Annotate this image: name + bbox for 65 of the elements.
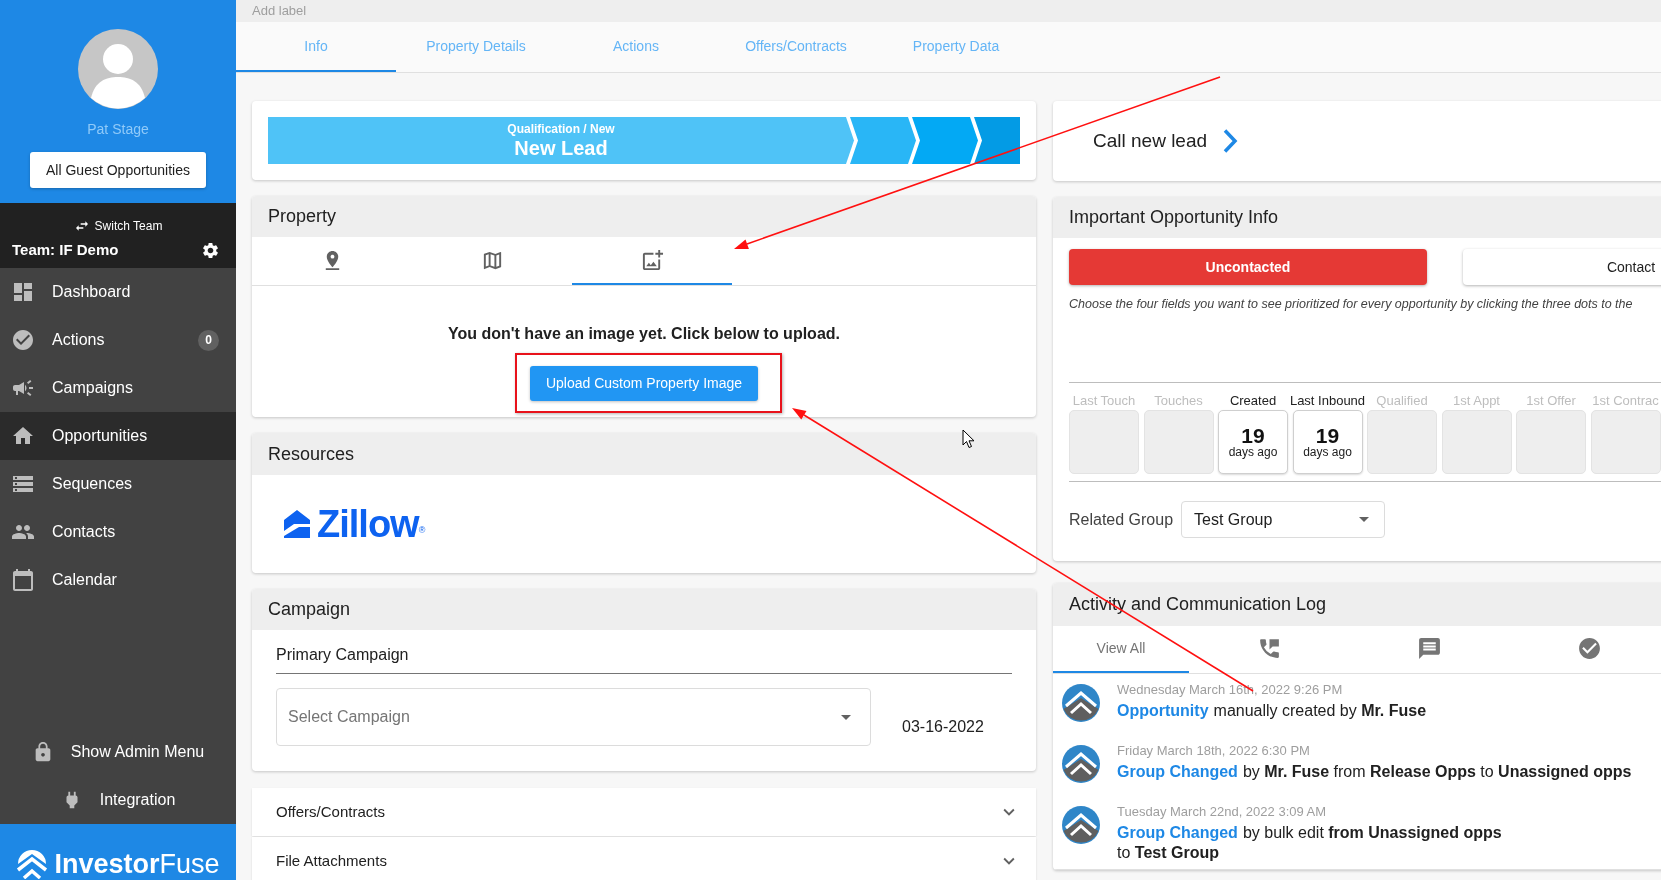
stat-label: Qualified (1376, 393, 1428, 409)
message-icon (1416, 636, 1442, 661)
status-button[interactable]: Uncontacted (1069, 249, 1427, 285)
team-name: Team: IF Demo (12, 239, 119, 260)
stat-unit: days ago (1228, 445, 1278, 459)
zillow-house-icon (282, 509, 312, 539)
dropdown-arrow-icon (1359, 517, 1370, 522)
stat-label: 1st Appt (1453, 393, 1500, 409)
accordion-header[interactable]: Offers/Contracts (252, 788, 1036, 836)
log-date: Friday March 18th, 2022 6:30 PM (1117, 743, 1311, 759)
log-link[interactable]: Opportunity (1117, 702, 1209, 719)
dashboard-icon (11, 280, 35, 304)
related-group-select[interactable]: Test Group (1181, 501, 1386, 538)
label-field[interactable]: Add label (252, 2, 472, 20)
stat-value: 19 (1241, 425, 1265, 446)
stat-label: Last Touch (1072, 393, 1136, 409)
stat-label: 1st Contrac (1592, 393, 1659, 409)
count-badge: 0 (198, 329, 219, 351)
stat-label: Created (1229, 393, 1277, 409)
log-date: Tuesday March 22nd, 2022 3:09 AM (1117, 804, 1328, 820)
related-group-label: Related Group (1069, 509, 1174, 530)
stat-value: 19 (1315, 425, 1340, 446)
log-message: Group Changed by Mr. Fuse from Release Opps to Unassigned opps (1117, 762, 1633, 782)
company-logo-icon (1062, 684, 1100, 722)
add-image-icon (640, 248, 664, 272)
avatar-icon (78, 29, 158, 109)
company-logo-icon (16, 849, 49, 879)
stage-category: Qualification / New (507, 123, 615, 135)
company-logo-icon (1062, 806, 1100, 844)
stat-label: 1st Offer (1526, 393, 1576, 409)
nav-item[interactable]: Opportunities (0, 412, 236, 460)
chevron-right-icon (1222, 128, 1239, 154)
settings-icon[interactable] (201, 240, 220, 260)
sidebar-link[interactable]: Show Admin Menu (31, 740, 205, 764)
stat-label: Last Inbound (1289, 393, 1366, 409)
accordion-header[interactable]: File Attachments (252, 837, 1036, 880)
company-logo-icon (1062, 745, 1100, 783)
status-button[interactable]: Contact (1463, 249, 1661, 285)
card-title: Resources (268, 442, 355, 466)
stat-unit: days ago (1303, 445, 1352, 459)
campaign-select[interactable]: Select Campaign (276, 688, 871, 746)
dropdown-arrow-icon (841, 715, 851, 720)
fields-hint: Choose the four fields you want to see prioritized for every opportunity by clicking the three dots to the (1069, 296, 1634, 312)
primary-campaign-label: Primary Campaign (276, 645, 1012, 674)
log-message: Group Changed by bulk edit from Unassigned opps to Test Group (1117, 823, 1503, 863)
campaign-date: 03-16-2022 (902, 717, 984, 737)
log-link[interactable]: Group Changed (1117, 763, 1238, 780)
company-logo-text: InvestorFuse (54, 849, 220, 880)
stat-label: Touches (1154, 393, 1203, 409)
guest-opportunities-button[interactable]: All Guest Opportunities (30, 152, 206, 188)
upload-message: You don't have an image yet. Click below to upload. (448, 324, 840, 344)
card-title: Property (268, 205, 337, 228)
log-filter-tab[interactable]: View All (1053, 626, 1189, 673)
call-new-lead-link[interactable]: Call new lead (1093, 126, 1239, 156)
sidebar-link[interactable]: Integration (60, 788, 176, 812)
log-date: Wednesday March 16th, 2022 9:26 PM (1117, 682, 1344, 698)
mouse-pointer-icon (962, 429, 975, 449)
stage-name: New Lead (514, 138, 608, 158)
log-message: Opportunity manually created by Mr. Fuse (1117, 701, 1428, 721)
user-name: Pat Stage (87, 120, 149, 138)
log-link[interactable]: Group Changed (1117, 824, 1238, 841)
card-title: Important Opportunity Info (1069, 206, 1279, 229)
calendar-icon (11, 568, 35, 592)
card-title: Campaign (268, 598, 351, 621)
switch-team-button[interactable]: Switch Team (73, 217, 163, 235)
